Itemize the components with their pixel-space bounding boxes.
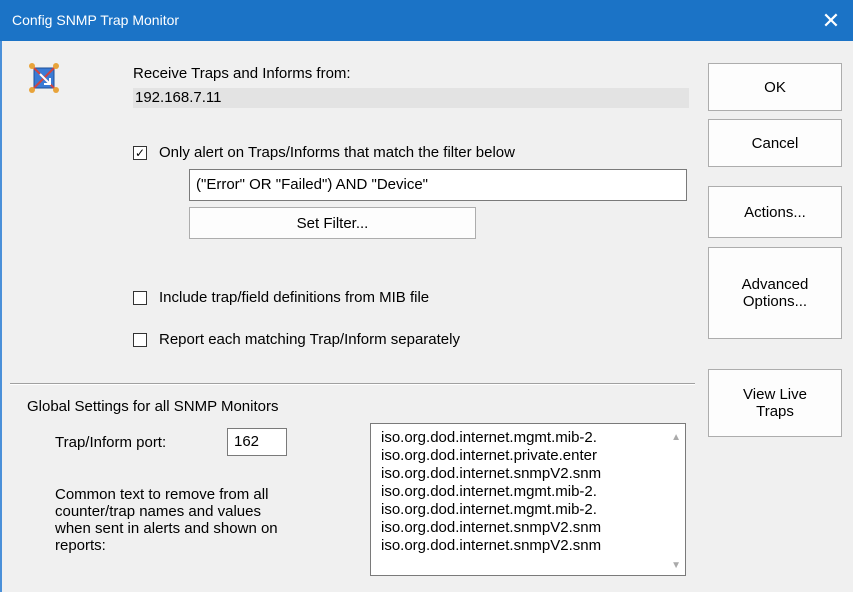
list-item[interactable]: iso.org.dod.internet.snmpV2.snm bbox=[381, 537, 667, 554]
ok-button[interactable]: OK bbox=[708, 63, 842, 111]
view-live-traps-button[interactable]: View Live Traps bbox=[708, 369, 842, 437]
mib-checkbox[interactable] bbox=[133, 291, 147, 305]
actions-button[interactable]: Actions... bbox=[708, 186, 842, 238]
title-bar: Config SNMP Trap Monitor ✕ bbox=[0, 0, 853, 41]
window-frame bbox=[0, 41, 2, 592]
filter-checkbox[interactable]: ✓ bbox=[133, 146, 147, 160]
scroll-down-icon[interactable]: ▼ bbox=[671, 560, 681, 571]
remove-text-label: Common text to remove from all counter/t… bbox=[55, 486, 278, 554]
port-label: Trap/Inform port: bbox=[55, 434, 167, 451]
advanced-options-button[interactable]: Advanced Options... bbox=[708, 247, 842, 339]
global-settings-heading: Global Settings for all SNMP Monitors bbox=[27, 398, 279, 415]
list-item[interactable]: iso.org.dod.internet.mgmt.mib-2. bbox=[381, 429, 667, 446]
scroll-up-icon[interactable]: ▲ bbox=[671, 432, 681, 443]
list-item[interactable]: iso.org.dod.internet.snmpV2.snm bbox=[381, 465, 667, 482]
window-title: Config SNMP Trap Monitor bbox=[12, 12, 180, 28]
checkmark-icon: ✓ bbox=[134, 146, 146, 160]
set-filter-button[interactable]: Set Filter... bbox=[189, 207, 476, 239]
advanced-options-label-line1: Advanced bbox=[741, 276, 809, 293]
view-live-traps-label-line1: View Live bbox=[743, 386, 807, 403]
close-icon[interactable]: ✕ bbox=[809, 0, 853, 41]
list-item[interactable]: iso.org.dod.internet.private.enter bbox=[381, 447, 667, 464]
remove-text-list[interactable]: iso.org.dod.internet.mgmt.mib-2. iso.org… bbox=[370, 423, 686, 576]
separate-checkbox[interactable] bbox=[133, 333, 147, 347]
section-divider bbox=[10, 383, 695, 385]
separate-checkbox-label[interactable]: Report each matching Trap/Inform separat… bbox=[159, 331, 460, 348]
list-item[interactable]: iso.org.dod.internet.mgmt.mib-2. bbox=[381, 483, 667, 500]
port-field[interactable]: 162 bbox=[227, 428, 287, 456]
network-monitor-icon bbox=[29, 63, 59, 93]
cancel-button[interactable]: Cancel bbox=[708, 119, 842, 167]
filter-expression-field[interactable]: ("Error" OR "Failed") AND "Device" bbox=[189, 169, 687, 201]
filter-checkbox-label[interactable]: Only alert on Traps/Informs that match t… bbox=[159, 144, 515, 161]
list-item[interactable]: iso.org.dod.internet.mgmt.mib-2. bbox=[381, 501, 667, 518]
view-live-traps-label-line2: Traps bbox=[756, 403, 794, 420]
receive-from-value: 192.168.7.11 bbox=[133, 88, 689, 108]
advanced-options-label-line2: Options... bbox=[742, 293, 808, 310]
receive-from-label: Receive Traps and Informs from: bbox=[133, 65, 351, 82]
mib-checkbox-label[interactable]: Include trap/field definitions from MIB … bbox=[159, 289, 429, 306]
list-item[interactable]: iso.org.dod.internet.snmpV2.snm bbox=[381, 519, 667, 536]
